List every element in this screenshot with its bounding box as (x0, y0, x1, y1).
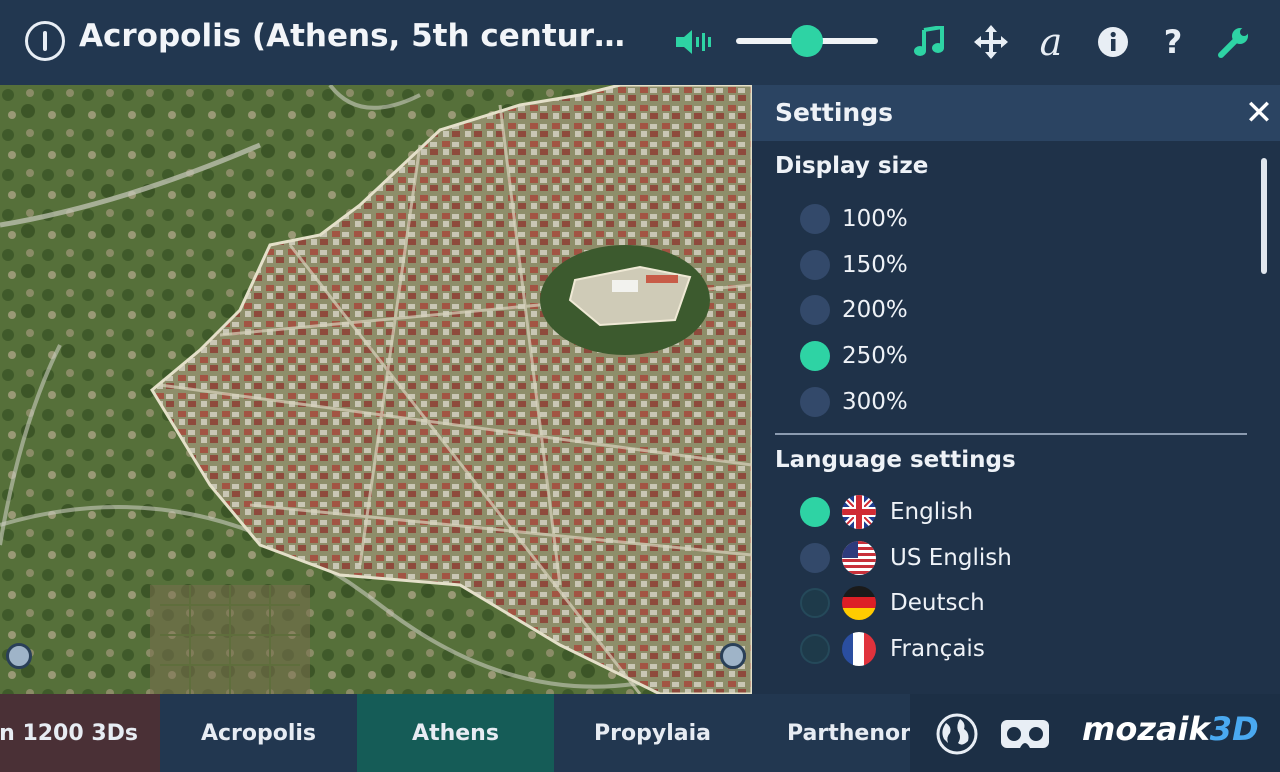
tab-parthenon[interactable]: Parthenon (751, 694, 911, 772)
move-icon[interactable] (969, 20, 1013, 64)
settings-panel: Settings ✕ Display size 100% 150% 200% 2… (752, 85, 1280, 694)
tab-acropolis[interactable]: Acropolis (160, 694, 357, 772)
display-size-option[interactable]: 300% (800, 386, 908, 418)
radio-button[interactable] (800, 543, 830, 573)
option-label: 250% (842, 343, 908, 369)
logo-accent-text: 3D (1209, 710, 1259, 748)
radio-button[interactable] (800, 250, 830, 280)
font-icon[interactable]: a (1029, 20, 1073, 64)
option-label: Français (890, 636, 985, 662)
option-label: 100% (842, 206, 908, 232)
tab-athens[interactable]: Athens (357, 694, 554, 772)
option-label: Deutsch (890, 590, 985, 616)
logo-main-text: mozaik (1082, 710, 1210, 748)
volume-slider-knob[interactable] (791, 25, 823, 57)
tab-3d-collection[interactable]: …n 1200 3Ds (0, 694, 160, 772)
settings-header: Settings ✕ (752, 85, 1280, 141)
speaker-icon[interactable] (672, 20, 716, 64)
language-option[interactable]: English (800, 495, 974, 529)
page-title: Acropolis (Athens, 5th century B... (79, 18, 639, 54)
language-option[interactable]: Français (800, 632, 985, 666)
language-settings-title: Language settings (775, 447, 1016, 473)
close-icon[interactable]: ✕ (1242, 96, 1276, 130)
radio-button-selected[interactable] (800, 497, 830, 527)
mozaik3d-logo: mozaik3D (1082, 710, 1259, 748)
display-size-option[interactable]: 250% (800, 340, 908, 372)
top-bar: Acropolis (Athens, 5th century B... a ? (0, 0, 1280, 85)
map-view[interactable] (0, 85, 752, 694)
settings-title: Settings (775, 98, 894, 127)
radio-button[interactable] (800, 204, 830, 234)
radio-button-selected[interactable] (800, 341, 830, 371)
display-size-option[interactable]: 150% (800, 249, 908, 281)
map-marker[interactable] (720, 643, 746, 669)
radio-button[interactable] (800, 295, 830, 325)
germany-flag-icon (842, 586, 876, 620)
us-flag-icon (842, 541, 876, 575)
display-size-option[interactable]: 100% (800, 203, 908, 235)
option-label: 300% (842, 389, 908, 415)
radio-button[interactable] (800, 634, 830, 664)
uk-flag-icon (842, 495, 876, 529)
option-label: 150% (842, 252, 908, 278)
option-label: 200% (842, 297, 908, 323)
vr-headset-icon[interactable] (1000, 716, 1050, 756)
language-option[interactable]: US English (800, 541, 1012, 575)
settings-scrollbar[interactable] (1261, 158, 1267, 274)
display-size-title: Display size (775, 153, 929, 179)
language-option[interactable]: Deutsch (800, 586, 985, 620)
globe-icon[interactable] (936, 713, 978, 759)
music-icon[interactable] (908, 20, 952, 64)
france-flag-icon (842, 632, 876, 666)
radio-button[interactable] (800, 387, 830, 417)
wrench-icon[interactable] (1212, 20, 1256, 64)
radio-button[interactable] (800, 588, 830, 618)
volume-slider[interactable] (736, 24, 878, 58)
display-size-option[interactable]: 200% (800, 294, 908, 326)
power-icon[interactable] (25, 21, 65, 61)
option-label: English (890, 499, 974, 525)
divider (775, 433, 1247, 435)
info-icon[interactable] (1091, 20, 1135, 64)
map-marker[interactable] (6, 643, 32, 669)
tab-propylaia[interactable]: Propylaia (554, 694, 751, 772)
option-label: US English (890, 545, 1012, 571)
help-icon[interactable]: ? (1151, 20, 1195, 64)
